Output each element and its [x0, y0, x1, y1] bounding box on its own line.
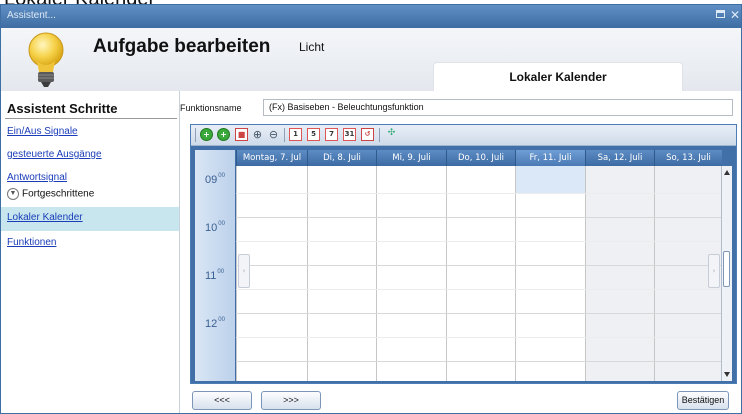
hour-label: 1000 — [205, 221, 225, 234]
day-header[interactable]: So, 13. Juli — [654, 150, 722, 166]
window-titlebar: Assistent... ✕ — [1, 5, 741, 28]
sidebar-item-lokaler-kalender[interactable]: Lokaler Kalender — [7, 212, 83, 223]
scrollbar-thumb[interactable] — [723, 251, 730, 287]
grid-line — [236, 313, 722, 314]
grid-line — [236, 193, 722, 194]
calendar-toolbar: + + ■ ⊕ ⊖ 1 5 7 31 ↺ ✣ — [191, 125, 736, 146]
hour-label: 0900 — [205, 173, 225, 186]
grid-line — [236, 289, 722, 290]
function-name-input[interactable]: (Fx) Basiseben - Beleuchtungsfunktion — [263, 99, 733, 116]
toolbar-separator — [284, 128, 285, 142]
day-header-today[interactable]: Fr, 11. Juli — [515, 150, 585, 166]
day-column[interactable] — [515, 166, 585, 381]
page-title: Aufgabe bearbeiten — [93, 36, 271, 57]
workweek-view-icon[interactable]: 5 — [307, 128, 320, 141]
maximize-icon[interactable] — [716, 10, 725, 18]
sidebar-item-antwortsignal[interactable]: Antwortsignal — [7, 172, 67, 183]
chevron-down-icon[interactable]: ▼ — [7, 188, 19, 200]
grid-line — [236, 265, 722, 266]
hour-label: 1100 — [205, 269, 225, 282]
day-header[interactable]: Do, 10. Juli — [446, 150, 515, 166]
add-icon[interactable]: + — [200, 128, 213, 141]
sidebar-divider — [5, 118, 177, 119]
assistant-window: Assistent... ✕ Aufgabe bearbeiten Licht … — [0, 4, 742, 414]
day-view-icon[interactable]: 1 — [289, 128, 302, 141]
day-column[interactable] — [307, 166, 376, 381]
delete-icon[interactable]: ■ — [235, 128, 248, 141]
sidebar: Assistent Schritte Ein/Aus Signale geste… — [1, 91, 180, 413]
close-icon[interactable]: ✕ — [730, 8, 740, 22]
week-view-icon[interactable]: 7 — [325, 128, 338, 141]
sidebar-item-ein-aus-signale[interactable]: Ein/Aus Signale — [7, 126, 78, 137]
grid-line — [236, 337, 722, 338]
calendar-body: 0900 1000 1100 1200 Montag, 7. Jul Di, 8… — [191, 146, 736, 383]
add-series-icon[interactable]: + — [217, 128, 230, 141]
month-view-icon[interactable]: 31 — [343, 128, 356, 141]
grid-line — [236, 241, 722, 242]
next-button[interactable]: >>> — [261, 391, 321, 410]
toolbar-separator — [195, 128, 196, 142]
lightbulb-icon — [28, 32, 64, 87]
day-header[interactable]: Di, 8. Juli — [307, 150, 376, 166]
scroll-up-icon[interactable] — [724, 170, 730, 175]
sidebar-group-fortgeschrittene[interactable]: ▼ Fortgeschrittene — [7, 188, 94, 200]
sidebar-title: Assistent Schritte — [7, 101, 118, 116]
main-content: Funktionsname (Fx) Basiseben - Beleuchtu… — [180, 91, 741, 413]
day-column-weekend[interactable] — [585, 166, 654, 381]
clear-icon[interactable]: ↺ — [361, 128, 374, 141]
day-column[interactable] — [376, 166, 446, 381]
bottom-bar: <<< >>> Bestätigen — [180, 384, 741, 413]
sidebar-item-gesteuerte-ausgaenge[interactable]: gesteuerte Ausgänge — [7, 149, 102, 160]
day-column[interactable] — [446, 166, 515, 381]
calendar: + + ■ ⊕ ⊖ 1 5 7 31 ↺ ✣ 0900 1000 1100 12… — [190, 124, 737, 384]
hour-label: 1200 — [205, 317, 225, 330]
next-appointment-arrow[interactable]: › — [708, 254, 720, 288]
tab-lokaler-kalender[interactable]: Lokaler Kalender — [433, 62, 683, 92]
toolbar-separator — [379, 128, 380, 142]
calendar-grid[interactable]: ‹ › — [236, 166, 722, 381]
sidebar-item-funktionen[interactable]: Funktionen — [7, 237, 56, 248]
function-name-label: Funktionsname — [180, 103, 242, 113]
settings-icon[interactable]: ✣ — [385, 128, 398, 141]
back-button[interactable]: <<< — [192, 391, 252, 410]
zoom-in-icon[interactable]: ⊕ — [251, 128, 264, 141]
grid-line — [236, 217, 722, 218]
day-header[interactable]: Sa, 12. Juli — [585, 150, 654, 166]
window-title: Assistent... — [7, 10, 56, 21]
scroll-down-icon[interactable] — [724, 372, 730, 377]
day-header[interactable]: Mi, 9. Juli — [376, 150, 446, 166]
sidebar-group-label: Fortgeschrittene — [22, 188, 95, 200]
confirm-button[interactable]: Bestätigen — [677, 391, 729, 410]
today-highlight-cell[interactable] — [516, 166, 585, 193]
page-subtitle: Licht — [299, 40, 325, 54]
day-header[interactable]: Montag, 7. Jul — [236, 150, 307, 166]
header: Aufgabe bearbeiten Licht Lokaler Kalende… — [1, 28, 741, 92]
grid-line — [236, 361, 722, 362]
zoom-out-icon[interactable]: ⊖ — [267, 128, 280, 141]
time-column: 0900 1000 1100 1200 — [195, 150, 235, 381]
prev-appointment-arrow[interactable]: ‹ — [238, 254, 250, 288]
calendar-scrollbar[interactable] — [721, 166, 732, 381]
